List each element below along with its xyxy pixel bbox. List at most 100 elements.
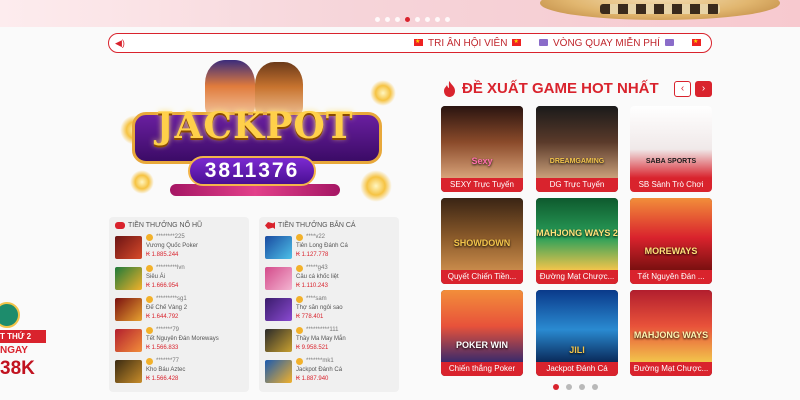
winner-user: *****g43 xyxy=(306,265,328,271)
game-card[interactable]: JILI Jackpot Đánh Cá xyxy=(536,290,618,376)
flag-icon xyxy=(512,36,522,49)
winner-user: ********225 xyxy=(156,234,185,240)
coin-icon xyxy=(296,327,303,334)
game-card[interactable]: SHOWDOWN Quyết Chiến Tiền... xyxy=(441,198,523,284)
marquee-item-wheel[interactable]: VÒNG QUAY MIỄN PHÍ xyxy=(534,37,679,50)
card-label: SB Sảnh Trò Chơi xyxy=(630,178,712,192)
panel-header: TIỀN THƯỞNG BẮN CÁ xyxy=(265,222,356,229)
promo-strip: T THỨ 2 xyxy=(0,330,46,343)
jackpot-banner[interactable]: JACKPOT 3811376 xyxy=(110,60,400,212)
game-card[interactable]: MOREWAYS Tết Nguyên Đán ... xyxy=(630,198,712,284)
card-label: DG Trực Tuyến xyxy=(536,178,618,192)
game-card[interactable]: MAHJONG WAYS Đường Mạt Chược... xyxy=(630,290,712,376)
promo-badge-icon xyxy=(0,302,20,328)
card-art xyxy=(441,290,523,362)
winner-row[interactable]: ********225 Vương Quốc Poker ₭ 1.885.244 xyxy=(115,234,245,262)
winner-row[interactable]: *******79 Tết Nguyên Đán Moreways ₭ 1.56… xyxy=(115,327,245,355)
game-thumbnail[interactable] xyxy=(115,298,142,321)
game-card[interactable]: MAHJONG WAYS 2 Đường Mạt Chược... xyxy=(536,198,618,284)
game-thumbnail[interactable] xyxy=(115,236,142,259)
gamepad-icon xyxy=(115,222,125,229)
page-dot-active[interactable] xyxy=(553,384,559,390)
page-dot[interactable] xyxy=(592,384,598,390)
slots-winners-panel: TIỀN THƯỞNG NỔ HŨ ********225 Vương Quốc… xyxy=(109,217,249,392)
winner-amount: ₭ 1.885.244 xyxy=(146,252,179,258)
provider-logo: POKER WIN xyxy=(455,340,508,350)
winner-user: *******77 xyxy=(156,358,180,364)
winner-game: Thợ săn ngôi sao xyxy=(296,305,343,311)
provider-logo: MAHJONG WAYS xyxy=(633,330,709,340)
winner-game: Tết Nguyên Đán Moreways xyxy=(146,336,219,342)
provider-logo: Sexy xyxy=(471,156,493,166)
coin-icon xyxy=(296,234,303,241)
marquee-item-truncated xyxy=(692,36,701,50)
coin-icon xyxy=(146,358,153,365)
game-thumbnail[interactable] xyxy=(265,360,292,383)
banner-dot-active[interactable] xyxy=(405,17,410,22)
flag-icon xyxy=(692,36,701,49)
banner-dot[interactable] xyxy=(435,17,440,22)
winner-game: Tiên Long Đánh Cá xyxy=(296,243,348,249)
game-thumbnail[interactable] xyxy=(115,267,142,290)
winner-game: Vương Quốc Poker xyxy=(146,243,198,249)
winner-row[interactable]: *****g43 Câu cá khốc liệt ₭ 1.110.243 xyxy=(265,265,395,293)
game-card[interactable]: Sexy SEXY Trực Tuyến xyxy=(441,106,523,192)
game-thumbnail[interactable] xyxy=(115,360,142,383)
winner-row[interactable]: *******mk1 Jackpot Đánh Cá ₭ 1.887.940 xyxy=(265,358,395,386)
winner-user: *********sg1 xyxy=(156,296,187,302)
card-label: Jackpot Đánh Cá xyxy=(536,362,618,376)
page-dot[interactable] xyxy=(579,384,585,390)
winner-user: *******mk1 xyxy=(306,358,334,364)
game-thumbnail[interactable] xyxy=(265,329,292,352)
winner-row[interactable]: **********111 Thầy Ma May Mắn ₭ 9.958.52… xyxy=(265,327,395,355)
winner-row[interactable]: ****v22 Tiên Long Đánh Cá ₭ 1.127.778 xyxy=(265,234,395,262)
card-label: Đường Mạt Chược... xyxy=(630,362,712,376)
banner-dot[interactable] xyxy=(415,17,420,22)
winner-amount: ₭ 778.401 xyxy=(296,314,324,320)
winner-amount: ₭ 1.666.954 xyxy=(146,283,179,289)
coin-icon xyxy=(296,358,303,365)
fishing-winners-panel: TIỀN THƯỞNG BẮN CÁ ****v22 Tiên Long Đán… xyxy=(259,217,399,392)
banner-dot[interactable] xyxy=(445,17,450,22)
fire-icon xyxy=(444,81,455,97)
announcement-marquee[interactable]: ◀) TRI ÂN HỘI VIÊN VÒNG QUAY MIỄN PHÍ xyxy=(108,33,712,53)
winner-amount: ₭ 1.566.833 xyxy=(146,345,179,351)
coin-icon xyxy=(296,265,303,272)
winner-game: Đế Chế Vàng 2 xyxy=(146,305,188,311)
winner-row[interactable]: *******77 Kho Báu Aztec ₭ 1.566.428 xyxy=(115,358,245,386)
prev-button[interactable]: ‹ xyxy=(674,81,691,97)
next-button[interactable]: › xyxy=(695,81,712,97)
winner-row[interactable]: *********sg1 Đế Chế Vàng 2 ₭ 1.644.792 xyxy=(115,296,245,324)
banner-dot[interactable] xyxy=(385,17,390,22)
banner-dot[interactable] xyxy=(375,17,380,22)
coin-icon xyxy=(146,296,153,303)
card-art xyxy=(441,106,523,178)
floating-promo[interactable]: T THỨ 2 NGAY 38K xyxy=(0,300,46,382)
game-thumbnail[interactable] xyxy=(265,236,292,259)
banner-pagination xyxy=(375,17,450,22)
wheel-icon xyxy=(664,39,674,46)
marquee-item-thanks[interactable]: TRI ÂN HỘI VIÊN xyxy=(409,36,526,50)
winner-row[interactable]: *********lvn Siêu Ái ₭ 1.666.954 xyxy=(115,265,245,293)
game-card[interactable]: SABA SPORTS SB Sảnh Trò Chơi xyxy=(630,106,712,192)
games-pagination xyxy=(553,384,598,390)
banner-dot[interactable] xyxy=(395,17,400,22)
coin-icon xyxy=(146,234,153,241)
flag-icon xyxy=(414,36,423,49)
card-art xyxy=(630,198,712,270)
card-art xyxy=(630,106,712,178)
game-thumbnail[interactable] xyxy=(265,298,292,321)
winner-row[interactable]: ****sam Thợ săn ngôi sao ₭ 778.401 xyxy=(265,296,395,324)
game-card[interactable]: POKER WIN Chiến thắng Poker xyxy=(441,290,523,376)
game-card[interactable]: DREAMGAMING DG Trực Tuyến xyxy=(536,106,618,192)
page-dot[interactable] xyxy=(566,384,572,390)
game-thumbnail[interactable] xyxy=(265,267,292,290)
game-thumbnail[interactable] xyxy=(115,329,142,352)
banner-dot[interactable] xyxy=(425,17,430,22)
winner-user: *******79 xyxy=(156,327,180,333)
card-label: Chiến thắng Poker xyxy=(441,362,523,376)
winner-game: Thầy Ma May Mắn xyxy=(296,336,346,342)
promo-text: NGAY xyxy=(0,345,28,356)
provider-logo: DREAMGAMING xyxy=(549,158,605,165)
top-banner[interactable] xyxy=(0,0,800,27)
